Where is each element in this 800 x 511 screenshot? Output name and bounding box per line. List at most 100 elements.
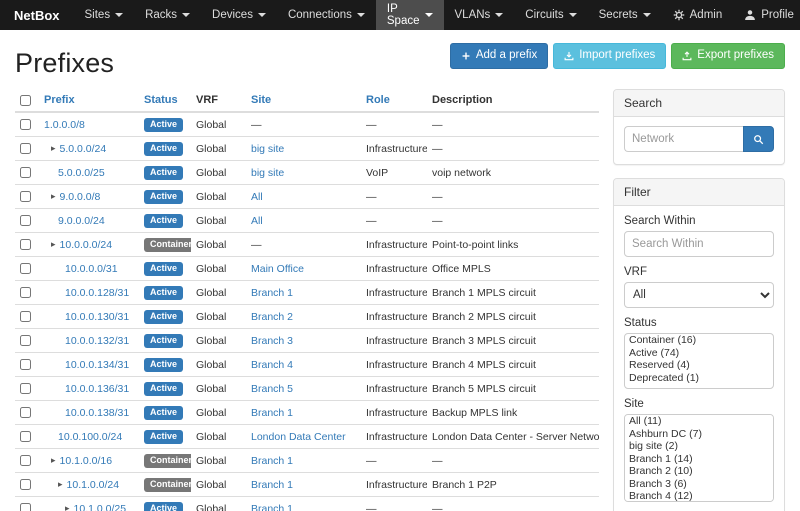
row-checkbox[interactable] <box>20 167 31 178</box>
filter-option[interactable]: Reserved (4) <box>625 359 773 372</box>
column-header-status[interactable]: Status <box>139 89 191 112</box>
filter-option[interactable]: Branch 4 (12) <box>625 490 773 502</box>
user-icon <box>744 9 756 21</box>
row-checkbox[interactable] <box>20 311 31 322</box>
prefix-link[interactable]: 10.0.0.136/31 <box>65 383 129 395</box>
row-checkbox[interactable] <box>20 191 31 202</box>
prefix-link[interactable]: 10.0.0.0/24 <box>60 239 113 251</box>
prefix-link[interactable]: 10.0.0.0/31 <box>65 263 118 275</box>
row-checkbox[interactable] <box>20 335 31 346</box>
row-checkbox[interactable] <box>20 383 31 394</box>
prefix-link[interactable]: 10.0.0.128/31 <box>65 287 129 299</box>
filter-option[interactable]: Container (16) <box>625 334 773 347</box>
nav-item-vlans[interactable]: VLANs <box>444 0 515 30</box>
site-link[interactable]: London Data Center <box>251 431 346 443</box>
site-link[interactable]: big site <box>251 167 284 179</box>
site-link[interactable]: Branch 2 <box>251 311 293 323</box>
row-checkbox[interactable] <box>20 287 31 298</box>
nav-item-devices[interactable]: Devices <box>201 0 277 30</box>
row-checkbox-cell <box>15 449 39 473</box>
row-checkbox[interactable] <box>20 503 31 511</box>
column-header-site[interactable]: Site <box>246 89 361 112</box>
prefix-link[interactable]: 10.1.0.0/16 <box>60 455 113 467</box>
site-listbox[interactable]: All (11)Ashburn DC (7)big site (2)Branch… <box>624 414 774 502</box>
nav-item-sites[interactable]: Sites <box>74 0 135 30</box>
row-checkbox[interactable] <box>20 119 31 130</box>
site-link[interactable]: big site <box>251 143 284 155</box>
prefix-link[interactable]: 5.0.0.0/25 <box>58 167 105 179</box>
app-logo[interactable]: NetBox <box>0 0 74 30</box>
site-link[interactable]: Main Office <box>251 263 304 275</box>
row-checkbox[interactable] <box>20 407 31 418</box>
select-all-checkbox[interactable] <box>20 95 31 106</box>
search-button[interactable] <box>743 126 774 152</box>
filter-option[interactable]: Branch 2 (10) <box>625 465 773 478</box>
search-input[interactable] <box>624 126 743 152</box>
row-checkbox-cell <box>15 161 39 185</box>
vrf-cell: Global <box>191 449 246 473</box>
site-link[interactable]: Branch 4 <box>251 359 293 371</box>
prefix-link[interactable]: 5.0.0.0/24 <box>60 143 107 155</box>
nav-item-profile[interactable]: Profile <box>733 0 800 30</box>
nav-item-label: IP Space <box>387 3 420 27</box>
site-link[interactable]: All <box>251 191 263 203</box>
row-checkbox[interactable] <box>20 431 31 442</box>
site-link[interactable]: Branch 1 <box>251 287 293 299</box>
prefix-cell: ▸5.0.0.0/24 <box>39 137 139 161</box>
filter-option[interactable]: Deprecated (1) <box>625 372 773 385</box>
filter-option[interactable]: Active (74) <box>625 347 773 360</box>
site-link[interactable]: Branch 5 <box>251 383 293 395</box>
filter-option[interactable]: big site (2) <box>625 440 773 453</box>
prefix-link[interactable]: 9.0.0.0/24 <box>58 215 105 227</box>
import-prefixes-button[interactable]: Import prefixes <box>553 43 666 69</box>
site-link[interactable]: Branch 1 <box>251 479 293 491</box>
column-header-role[interactable]: Role <box>361 89 427 112</box>
description-cell: — <box>427 497 599 511</box>
add-prefix-button[interactable]: Add a prefix <box>450 43 548 69</box>
prefix-link[interactable]: 10.0.0.132/31 <box>65 335 129 347</box>
prefix-link[interactable]: 10.1.0.0/25 <box>74 503 127 511</box>
nav-item-connections[interactable]: Connections <box>277 0 376 30</box>
row-checkbox[interactable] <box>20 215 31 226</box>
prefix-link[interactable]: 10.0.100.0/24 <box>58 431 122 443</box>
export-prefixes-button[interactable]: Export prefixes <box>671 43 785 69</box>
status-badge: Container <box>144 454 191 468</box>
filter-panel: Filter Search Within VRF All Status Cont… <box>613 178 785 511</box>
site-link[interactable]: All <box>251 215 263 227</box>
vrf-select[interactable]: All <box>624 282 774 308</box>
row-checkbox[interactable] <box>20 479 31 490</box>
site-link[interactable]: Branch 3 <box>251 335 293 347</box>
row-checkbox[interactable] <box>20 455 31 466</box>
prefix-link[interactable]: 10.0.0.138/31 <box>65 407 129 419</box>
row-checkbox[interactable] <box>20 239 31 250</box>
search-within-input[interactable] <box>624 231 774 257</box>
site-link[interactable]: Branch 1 <box>251 407 293 419</box>
filter-option[interactable]: Branch 3 (6) <box>625 478 773 491</box>
table-row: 9.0.0.0/24ActiveGlobalAll—— <box>15 209 599 233</box>
prefix-link[interactable]: 10.0.0.130/31 <box>65 311 129 323</box>
filter-option[interactable]: Ashburn DC (7) <box>625 428 773 441</box>
description-cell: Branch 1 MPLS circuit <box>427 281 599 305</box>
row-checkbox[interactable] <box>20 263 31 274</box>
prefix-cell: 10.0.0.132/31 <box>39 329 139 353</box>
prefix-link[interactable]: 9.0.0.0/8 <box>60 191 101 203</box>
status-listbox[interactable]: Container (16)Active (74)Reserved (4)Dep… <box>624 333 774 389</box>
nav-item-racks[interactable]: Racks <box>134 0 201 30</box>
row-checkbox[interactable] <box>20 359 31 370</box>
filter-option[interactable]: Branch 1 (14) <box>625 453 773 466</box>
nav-item-circuits[interactable]: Circuits <box>514 0 587 30</box>
prefix-link[interactable]: 10.0.0.134/31 <box>65 359 129 371</box>
site-link[interactable]: Branch 1 <box>251 455 293 467</box>
prefix-link[interactable]: 10.1.0.0/24 <box>67 479 120 491</box>
nav-item-secrets[interactable]: Secrets <box>588 0 662 30</box>
row-checkbox[interactable] <box>20 143 31 154</box>
filter-option[interactable]: All (11) <box>625 415 773 428</box>
role-cell: Infrastructure <box>361 305 427 329</box>
site-link[interactable]: Branch 1 <box>251 503 293 511</box>
search-icon <box>753 134 764 145</box>
column-header-prefix[interactable]: Prefix <box>39 89 139 112</box>
nav-item-admin[interactable]: Admin <box>662 0 734 30</box>
status-badge: Active <box>144 358 183 372</box>
nav-item-ip-space[interactable]: IP Space <box>376 0 444 30</box>
prefix-link[interactable]: 1.0.0.0/8 <box>44 119 85 131</box>
